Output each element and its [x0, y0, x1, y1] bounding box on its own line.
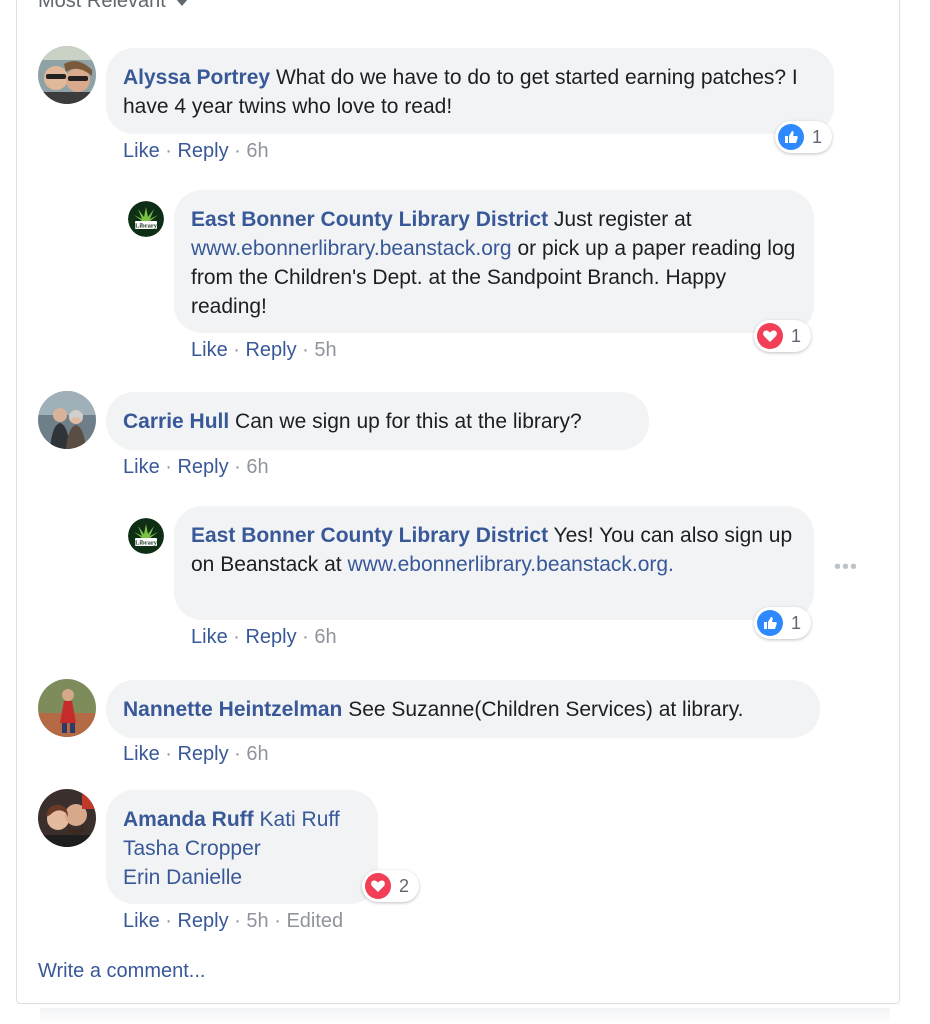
tagged-user[interactable]: Tasha Cropper [123, 837, 261, 860]
avatar-nannette-heintzelman[interactable] [38, 679, 96, 737]
reaction-count[interactable]: 1 [754, 607, 812, 639]
comment-author[interactable]: Alyssa Portrey [123, 66, 270, 89]
sort-dropdown[interactable]: Most Relevant [38, 0, 188, 13]
reaction-count[interactable]: 1 [754, 320, 812, 352]
comment-bubble: Alyssa Portrey What do we have to do to … [106, 48, 834, 134]
avatar-amanda-ruff[interactable] [38, 789, 96, 847]
reply-link[interactable]: Reply [245, 626, 296, 648]
beanstack-link[interactable]: www.ebonnerlibrary.beanstack.org [191, 237, 512, 260]
svg-text:Library: Library [135, 540, 158, 547]
love-icon [365, 873, 391, 899]
reply-link[interactable]: Reply [177, 910, 228, 932]
reply-link[interactable]: Reply [177, 743, 228, 765]
reply-time[interactable]: 5h [314, 339, 336, 361]
comment-time[interactable]: 6h [246, 743, 268, 765]
panel-shadow [40, 1008, 890, 1024]
svg-text:Library: Library [135, 223, 158, 230]
reaction-number: 2 [399, 875, 410, 896]
reply-actions: Like · Reply · 6h [191, 626, 337, 648]
reply-time[interactable]: 6h [314, 626, 336, 648]
tagged-user[interactable]: Kati Ruff [260, 808, 340, 831]
comment-actions: Like · Reply · 5h · Edited [123, 910, 344, 932]
reaction-number: 1 [791, 325, 802, 346]
like-icon [778, 124, 804, 150]
avatar-library-logo[interactable]: Library [128, 518, 164, 554]
comment-bubble: Nannette Heintzelman See Suzanne(Childre… [106, 680, 820, 738]
like-link[interactable]: Like [123, 140, 160, 162]
reply-author[interactable]: East Bonner County Library District [191, 524, 548, 547]
tagged-user[interactable]: Erin Danielle [123, 866, 242, 889]
reply-link[interactable]: Reply [177, 140, 228, 162]
like-link[interactable]: Like [123, 910, 160, 932]
edited-label[interactable]: Edited [286, 910, 343, 932]
comment-text: See Suzanne(Children Services) at librar… [348, 698, 744, 721]
reaction-count[interactable]: 1 [775, 121, 833, 153]
comment-time[interactable]: 6h [246, 456, 268, 478]
comment-actions: Like · Reply · 6h [123, 140, 269, 162]
reply-author[interactable]: East Bonner County Library District [191, 208, 548, 231]
comment-author[interactable]: Amanda Ruff [123, 808, 254, 831]
beanstack-link[interactable]: www.ebonnerlibrary.beanstack.org. [347, 553, 673, 576]
like-link[interactable]: Like [123, 743, 160, 765]
love-icon [757, 323, 783, 349]
reaction-number: 1 [791, 612, 802, 633]
reaction-count[interactable]: 2 [362, 870, 420, 902]
reaction-number: 1 [812, 126, 823, 147]
reply-bubble: East Bonner County Library District Just… [174, 190, 814, 333]
reply-actions: Like · Reply · 5h [191, 339, 337, 361]
like-link[interactable]: Like [191, 626, 228, 648]
reply-bubble: East Bonner County Library District Yes!… [174, 506, 814, 620]
avatar-library-logo[interactable]: Library [128, 201, 164, 237]
reply-link[interactable]: Reply [245, 339, 296, 361]
comment-text: Can we sign up for this at the library? [235, 410, 582, 433]
comment-bubble: Carrie Hull Can we sign up for this at t… [106, 392, 649, 450]
comment-time[interactable]: 5h [246, 910, 268, 932]
reply-link[interactable]: Reply [177, 456, 228, 478]
more-options-icon[interactable]: ••• [834, 556, 858, 579]
like-icon [757, 610, 783, 636]
reply-text: Just register at [553, 208, 692, 231]
comment-actions: Like · Reply · 6h [123, 456, 269, 478]
comment-bubble: Amanda Ruff Kati Ruff Tasha Cropper Erin… [106, 790, 378, 904]
write-comment-link[interactable]: Write a comment... [38, 960, 205, 983]
like-link[interactable]: Like [123, 456, 160, 478]
sort-label: Most Relevant [38, 0, 166, 12]
avatar-alyssa-portrey[interactable] [38, 46, 96, 104]
comment-author[interactable]: Nannette Heintzelman [123, 698, 342, 721]
avatar-carrie-hull[interactable] [38, 391, 96, 449]
like-link[interactable]: Like [191, 339, 228, 361]
comment-author[interactable]: Carrie Hull [123, 410, 229, 433]
comment-time[interactable]: 6h [246, 140, 268, 162]
comment-actions: Like · Reply · 6h [123, 743, 269, 765]
caret-down-icon [175, 0, 188, 6]
